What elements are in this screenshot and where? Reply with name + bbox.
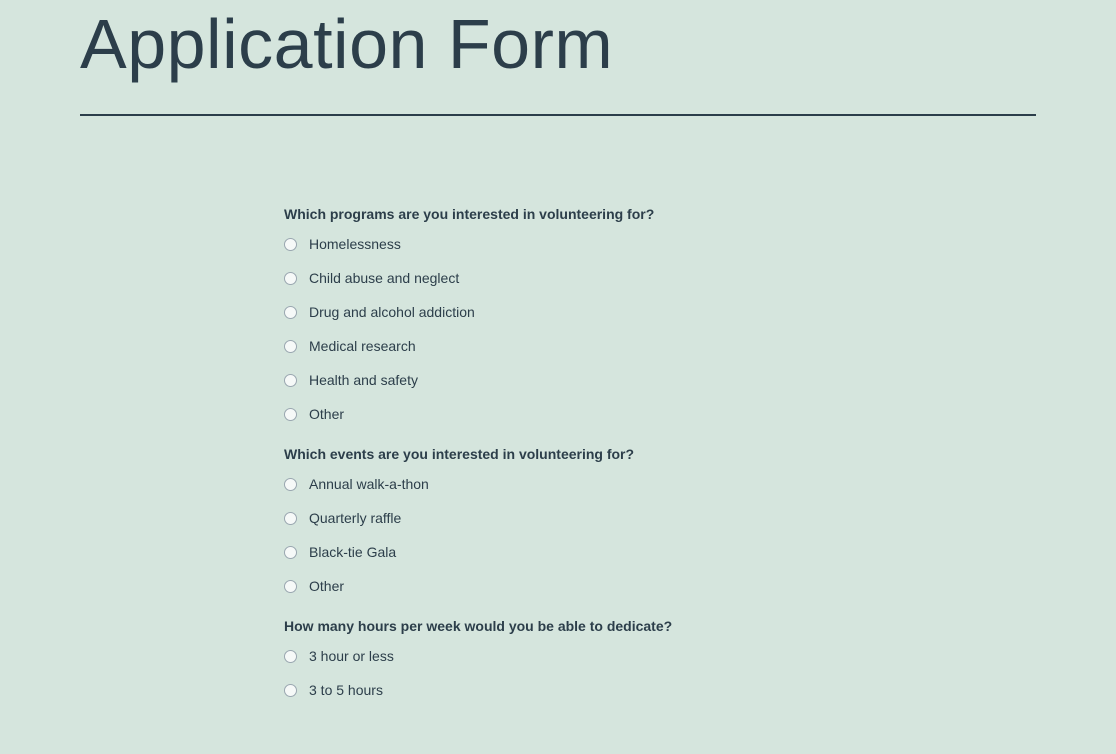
option-row: Medical research [284,338,1036,354]
radio-events-other[interactable] [284,580,297,593]
radio-programs-other[interactable] [284,408,297,421]
option-label: Homelessness [309,236,401,252]
form-section: Which programs are you interested in vol… [284,206,1036,698]
option-label: 3 hour or less [309,648,394,664]
option-label: Quarterly raffle [309,510,401,526]
option-label: Other [309,406,344,422]
option-label: Black-tie Gala [309,544,396,560]
option-row: Other [284,578,1036,594]
radio-homelessness[interactable] [284,238,297,251]
option-row: Annual walk-a-thon [284,476,1036,492]
question-programs-options: Homelessness Child abuse and neglect Dru… [284,236,1036,422]
option-row: 3 to 5 hours [284,682,1036,698]
option-row: Homelessness [284,236,1036,252]
option-row: Health and safety [284,372,1036,388]
page-container: Application Form Which programs are you … [0,4,1116,698]
question-block-programs: Which programs are you interested in vol… [284,206,1036,422]
radio-health-safety[interactable] [284,374,297,387]
option-label: 3 to 5 hours [309,682,383,698]
question-programs-prompt: Which programs are you interested in vol… [284,206,1036,222]
radio-3-to-5[interactable] [284,684,297,697]
option-label: Other [309,578,344,594]
radio-medical-research[interactable] [284,340,297,353]
option-row: Child abuse and neglect [284,270,1036,286]
radio-3-or-less[interactable] [284,650,297,663]
radio-gala[interactable] [284,546,297,559]
radio-drug-alcohol[interactable] [284,306,297,319]
question-events-prompt: Which events are you interested in volun… [284,446,1036,462]
option-label: Child abuse and neglect [309,270,459,286]
radio-raffle[interactable] [284,512,297,525]
option-label: Drug and alcohol addiction [309,304,475,320]
option-row: Drug and alcohol addiction [284,304,1036,320]
radio-walkathon[interactable] [284,478,297,491]
title-divider [80,114,1036,116]
question-block-events: Which events are you interested in volun… [284,446,1036,594]
option-row: Quarterly raffle [284,510,1036,526]
question-hours-options: 3 hour or less 3 to 5 hours [284,648,1036,698]
question-block-hours: How many hours per week would you be abl… [284,618,1036,698]
option-label: Medical research [309,338,416,354]
option-row: Black-tie Gala [284,544,1036,560]
question-events-options: Annual walk-a-thon Quarterly raffle Blac… [284,476,1036,594]
option-label: Annual walk-a-thon [309,476,429,492]
radio-child-abuse[interactable] [284,272,297,285]
question-hours-prompt: How many hours per week would you be abl… [284,618,1036,634]
page-title: Application Form [80,4,1036,84]
option-row: 3 hour or less [284,648,1036,664]
option-row: Other [284,406,1036,422]
option-label: Health and safety [309,372,418,388]
